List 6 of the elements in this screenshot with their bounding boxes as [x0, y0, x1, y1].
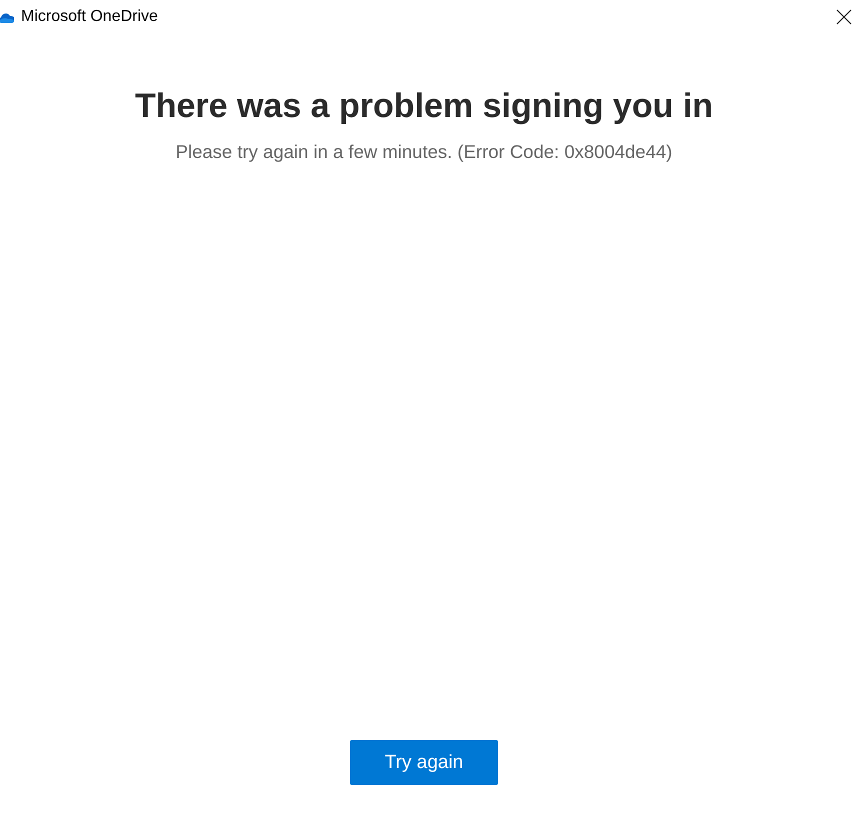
- error-heading: There was a problem signing you in: [134, 86, 714, 126]
- cloud-icon: [0, 12, 14, 22]
- try-again-button[interactable]: Try again: [350, 740, 498, 785]
- close-icon[interactable]: [836, 9, 852, 25]
- error-detail: Please try again in a few minutes. (Error Code: 0x8004de44): [176, 140, 672, 164]
- window-title: Microsoft OneDrive: [21, 8, 158, 26]
